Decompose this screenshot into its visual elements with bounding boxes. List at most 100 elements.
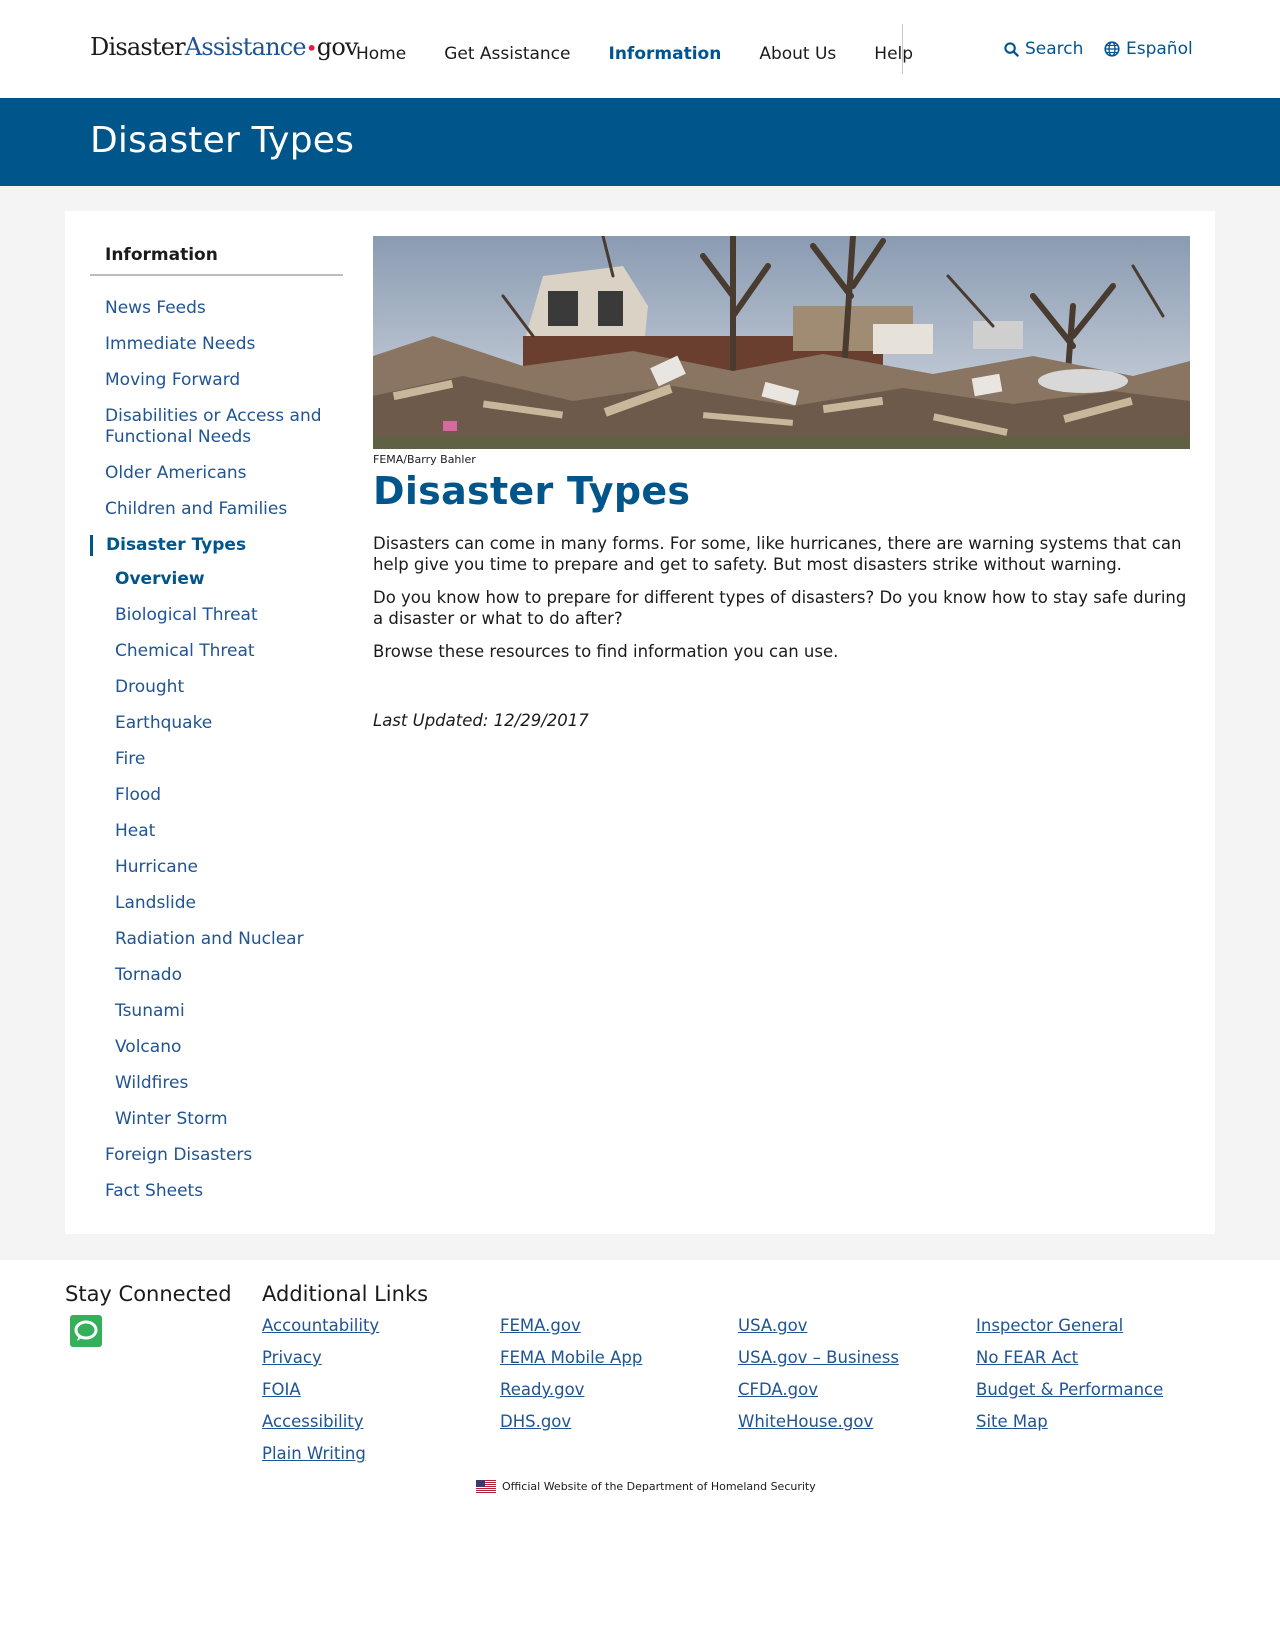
logo-text-assistance: Assistance <box>184 33 307 61</box>
sidenav-subitem-fire[interactable]: Fire <box>90 749 343 770</box>
search-link[interactable]: Search <box>1004 39 1083 59</box>
nav-get-assistance[interactable]: Get Assistance <box>444 44 570 64</box>
footer-link-whitehouse[interactable]: WhiteHouse.gov <box>738 1412 899 1444</box>
footer-link-foia[interactable]: FOIA <box>262 1380 379 1412</box>
sidenav-item-children-families[interactable]: Children and Families <box>90 499 343 520</box>
last-updated: Last Updated: 12/29/2017 <box>373 711 589 730</box>
footer-link-label: Site Map <box>976 1412 1048 1431</box>
footer-link-budget-performance[interactable]: Budget & Performance <box>976 1380 1163 1412</box>
globe-icon <box>1104 41 1120 57</box>
sidenav-subitem-volcano[interactable]: Volcano <box>90 1037 343 1058</box>
footer-link-site-map[interactable]: Site Map <box>976 1412 1163 1444</box>
chat-icon <box>74 1320 98 1341</box>
logo-text-disaster: Disaster <box>90 33 186 61</box>
sidenav-item-moving-forward[interactable]: Moving Forward <box>90 370 343 391</box>
sidenav-item-disabilities[interactable]: Disabilities or Access and Functional Ne… <box>90 406 343 448</box>
footer-link-no-fear-act[interactable]: No FEAR Act <box>976 1348 1163 1380</box>
footer-links-col-2: FEMA.gov FEMA Mobile App Ready.gov DHS.g… <box>500 1316 642 1444</box>
sidenav-item-disaster-types[interactable]: Disaster Types <box>90 535 343 556</box>
footer-link-label: FOIA <box>262 1380 301 1399</box>
sidenav-subitem-winter-storm[interactable]: Winter Storm <box>90 1109 343 1130</box>
footer-links-col-4: Inspector General No FEAR Act Budget & P… <box>976 1316 1163 1444</box>
footer-link-dhs[interactable]: DHS.gov <box>500 1412 642 1444</box>
sidenav-group-disaster-types: Disaster Types Overview Biological Threa… <box>90 535 343 1130</box>
main-nav: Home Get Assistance Information About Us… <box>356 44 951 64</box>
footer-link-usa-gov-business[interactable]: USA.gov – Business <box>738 1348 899 1380</box>
sidenav-subitem-landslide[interactable]: Landslide <box>90 893 343 914</box>
sidenav-title: Information <box>90 245 343 276</box>
intro-paragraph-1: Disasters can come in many forms. For so… <box>373 534 1182 574</box>
search-icon <box>1004 41 1019 57</box>
footer-link-label: Inspector General <box>976 1316 1124 1335</box>
sidenav-subitem-drought[interactable]: Drought <box>90 677 343 698</box>
social-chat-button[interactable] <box>70 1315 102 1347</box>
language-link[interactable]: Español <box>1104 39 1193 59</box>
sidenav-subitem-tornado[interactable]: Tornado <box>90 965 343 986</box>
footer-link-label: WhiteHouse.gov <box>738 1412 874 1431</box>
site-header: DisasterAssistance•gov Home Get Assistan… <box>0 0 1280 98</box>
disaster-photo <box>373 236 1190 449</box>
footer-link-accountability[interactable]: Accountability <box>262 1316 379 1348</box>
sidenav-item-fact-sheets[interactable]: Fact Sheets <box>90 1181 343 1202</box>
footer-link-plain-writing[interactable]: Plain Writing <box>262 1444 379 1476</box>
footer-link-inspector-general[interactable]: Inspector General <box>976 1316 1163 1348</box>
footer-link-label: USA.gov – Business <box>738 1348 899 1367</box>
logo-dot: • <box>305 36 318 60</box>
footer-links-col-3: USA.gov USA.gov – Business CFDA.gov Whit… <box>738 1316 899 1444</box>
footer-link-label: FEMA Mobile App <box>500 1348 643 1367</box>
language-label: Español <box>1126 39 1193 59</box>
photo-credit: FEMA/Barry Bahler <box>373 453 476 466</box>
footer-link-label: CFDA.gov <box>738 1380 819 1399</box>
sidenav-item-news-feeds[interactable]: News Feeds <box>90 298 343 319</box>
nav-help[interactable]: Help <box>874 44 913 64</box>
nav-information[interactable]: Information <box>609 44 722 64</box>
footer-link-privacy[interactable]: Privacy <box>262 1348 379 1380</box>
footer-link-label: Budget & Performance <box>976 1380 1164 1399</box>
sidenav-subitem-overview[interactable]: Overview <box>90 569 343 590</box>
footer-link-label: Privacy <box>262 1348 322 1367</box>
nav-divider <box>902 24 903 74</box>
page-banner: Disaster Types <box>0 98 1280 186</box>
sidenav-item-immediate-needs[interactable]: Immediate Needs <box>90 334 343 355</box>
stay-connected-heading: Stay Connected <box>65 1282 232 1306</box>
page-title: Disaster Types <box>373 469 691 513</box>
search-label: Search <box>1025 39 1084 59</box>
sidenav-subitem-tsunami[interactable]: Tsunami <box>90 1001 343 1022</box>
sidenav-item-older-americans[interactable]: Older Americans <box>90 463 343 484</box>
footer-link-ready[interactable]: Ready.gov <box>500 1380 642 1412</box>
footer-link-fema-mobile-app[interactable]: FEMA Mobile App <box>500 1348 642 1380</box>
sidenav-sublist: Overview Biological Threat Chemical Thre… <box>90 569 343 1130</box>
side-nav: Information News Feeds Immediate Needs M… <box>90 245 343 1217</box>
sidenav-item-foreign-disasters[interactable]: Foreign Disasters <box>90 1145 343 1166</box>
footer-link-label: Plain Writing <box>262 1444 366 1463</box>
sidenav-subitem-biological-threat[interactable]: Biological Threat <box>90 605 343 626</box>
footer-link-label: No FEAR Act <box>976 1348 1079 1367</box>
footer-links-col-1: Accountability Privacy FOIA Accessibilit… <box>262 1316 379 1476</box>
footer-link-label: Ready.gov <box>500 1380 585 1399</box>
sidenav-subitem-hurricane[interactable]: Hurricane <box>90 857 343 878</box>
sidenav-subitem-radiation-nuclear[interactable]: Radiation and Nuclear <box>90 929 343 950</box>
sidenav-list: News Feeds Immediate Needs Moving Forwar… <box>90 298 343 1202</box>
official-website-text: Official Website of the Department of Ho… <box>502 1480 816 1493</box>
sidenav-subitem-heat[interactable]: Heat <box>90 821 343 842</box>
sidenav-subitem-flood[interactable]: Flood <box>90 785 343 806</box>
footer-link-label: FEMA.gov <box>500 1316 581 1335</box>
sidenav-subitem-wildfires[interactable]: Wildfires <box>90 1073 343 1094</box>
banner-title: Disaster Types <box>90 120 355 161</box>
footer-link-cfda[interactable]: CFDA.gov <box>738 1380 899 1412</box>
nav-about-us[interactable]: About Us <box>759 44 836 64</box>
intro-paragraph-2: Do you know how to prepare for different… <box>373 588 1187 628</box>
site-logo[interactable]: DisasterAssistance•gov <box>90 33 359 61</box>
footer-link-label: USA.gov <box>738 1316 808 1335</box>
footer-link-label: Accessibility <box>262 1412 364 1431</box>
footer-link-accessibility[interactable]: Accessibility <box>262 1412 379 1444</box>
us-flag-icon <box>476 1480 496 1493</box>
sidenav-subitem-earthquake[interactable]: Earthquake <box>90 713 343 734</box>
footer-link-fema[interactable]: FEMA.gov <box>500 1316 642 1348</box>
intro-paragraph-3: Browse these resources to find informati… <box>373 642 839 661</box>
nav-home[interactable]: Home <box>356 44 406 64</box>
footer-link-label: Accountability <box>262 1316 380 1335</box>
sidenav-subitem-chemical-threat[interactable]: Chemical Threat <box>90 641 343 662</box>
footer-link-usa-gov[interactable]: USA.gov <box>738 1316 899 1348</box>
logo-text-gov: gov <box>316 33 359 61</box>
